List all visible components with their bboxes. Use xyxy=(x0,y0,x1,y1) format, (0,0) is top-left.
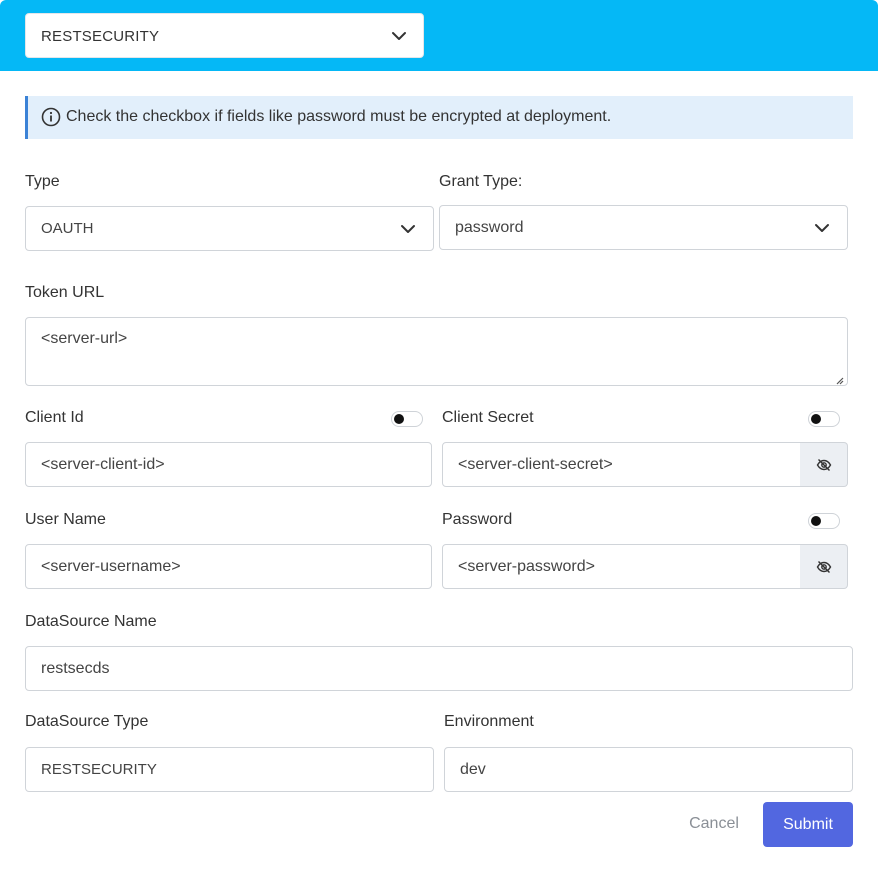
toggle-knob xyxy=(811,516,821,526)
datasource-type-input[interactable]: RESTSECURITY xyxy=(25,747,434,792)
grant-type-select[interactable]: password xyxy=(439,205,848,250)
datasource-type-value: RESTSECURITY xyxy=(41,761,157,778)
datasource-type-label: DataSource Type xyxy=(25,713,149,730)
info-message: Check the checkbox if fields like passwo… xyxy=(66,108,612,125)
client-secret-visibility-button[interactable] xyxy=(800,442,848,487)
client-secret-value: <server-client-secret> xyxy=(458,456,613,473)
chevron-down-icon xyxy=(400,224,416,234)
environment-value: dev xyxy=(460,761,486,778)
environment-label: Environment xyxy=(444,713,534,730)
info-banner: Check the checkbox if fields like passwo… xyxy=(25,96,853,139)
security-select[interactable]: RESTSECURITY xyxy=(25,13,424,58)
datasource-name-label: DataSource Name xyxy=(25,613,157,630)
client-id-input[interactable]: <server-client-id> xyxy=(25,442,432,487)
user-name-value: <server-username> xyxy=(41,558,181,575)
password-encrypt-toggle[interactable] xyxy=(808,513,840,529)
grant-type-value: password xyxy=(455,219,524,236)
password-value: <server-password> xyxy=(458,558,595,575)
password-label: Password xyxy=(442,511,513,528)
environment-input[interactable]: dev xyxy=(444,747,853,792)
info-circle-icon xyxy=(41,107,61,127)
datasource-name-value: restsecds xyxy=(41,660,110,677)
user-name-label: User Name xyxy=(25,511,106,528)
client-secret-input[interactable]: <server-client-secret> xyxy=(442,442,801,487)
password-visibility-button[interactable] xyxy=(800,544,848,589)
grant-type-label: Grant Type: xyxy=(439,173,523,190)
datasource-name-input[interactable]: restsecds xyxy=(25,646,853,691)
resize-handle-icon[interactable] xyxy=(834,372,844,385)
client-id-label: Client Id xyxy=(25,409,84,426)
chevron-down-icon xyxy=(814,223,830,233)
header-bar: RESTSECURITY xyxy=(0,0,878,71)
user-name-input[interactable]: <server-username> xyxy=(25,544,432,589)
toggle-knob xyxy=(394,414,404,424)
token-url-textarea[interactable]: <server-url> xyxy=(25,317,848,386)
client-id-value: <server-client-id> xyxy=(41,456,165,473)
security-select-value: RESTSECURITY xyxy=(41,28,160,45)
type-select[interactable]: OAUTH xyxy=(25,206,434,251)
submit-button[interactable]: Submit xyxy=(763,802,853,847)
client-secret-encrypt-toggle[interactable] xyxy=(808,411,840,427)
client-id-encrypt-toggle[interactable] xyxy=(391,411,423,427)
client-secret-label: Client Secret xyxy=(442,409,534,426)
chevron-down-icon xyxy=(391,31,407,41)
type-label: Type xyxy=(25,173,60,190)
password-input[interactable]: <server-password> xyxy=(442,544,801,589)
cancel-button[interactable]: Cancel xyxy=(676,802,752,846)
type-value: OAUTH xyxy=(41,220,94,237)
token-url-value: <server-url> xyxy=(41,330,128,347)
toggle-knob xyxy=(811,414,821,424)
token-url-label: Token URL xyxy=(25,284,105,301)
